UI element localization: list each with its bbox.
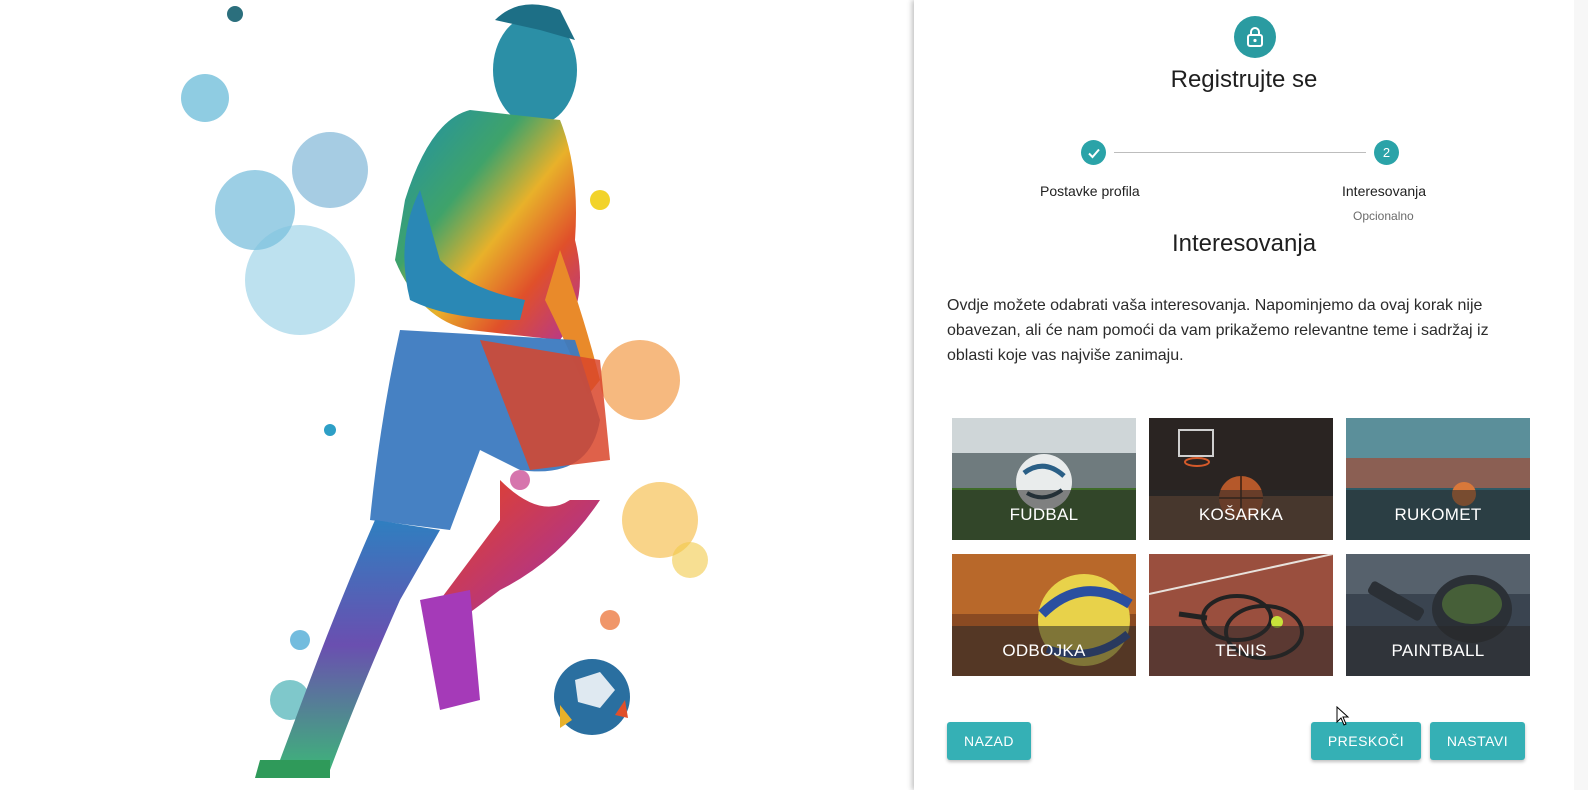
tile-label: TENIS xyxy=(1215,641,1267,660)
interest-tile-paintball[interactable]: PAINTBALL xyxy=(1346,554,1530,676)
stepper-connector xyxy=(1114,152,1366,153)
skip-button[interactable]: PRESKOČI xyxy=(1311,722,1421,760)
step-2-number: 2 xyxy=(1374,140,1399,165)
mouse-cursor-icon xyxy=(1336,706,1350,726)
interests-grid: FUDBAL KOŠARKA RUKOMET ODBOJKA TENIS PAI… xyxy=(952,418,1530,678)
tile-label: KOŠARKA xyxy=(1198,505,1284,524)
back-button[interactable]: NAZAD xyxy=(947,722,1031,760)
interest-tile-tenis[interactable]: TENIS xyxy=(1149,554,1333,676)
window-edge xyxy=(1574,0,1588,790)
hero-image xyxy=(0,0,914,790)
interest-tile-fudbal[interactable]: FUDBAL xyxy=(952,418,1136,540)
interest-tile-rukomet[interactable]: RUKOMET xyxy=(1346,418,1530,540)
tile-label: ODBOJKA xyxy=(1002,641,1086,660)
registration-panel: Registrujte se 2 Postavke profila Intere… xyxy=(914,0,1574,790)
step-2-sublabel: Opcionalno xyxy=(1353,209,1414,223)
interest-tile-kosarka[interactable]: KOŠARKA xyxy=(1149,418,1333,540)
step-1-completed xyxy=(1081,140,1106,165)
section-title: Interesovanja xyxy=(1171,230,1317,257)
description-text: Ovdje možete odabrati vaša interesovanja… xyxy=(947,297,1489,364)
step-1-label: Postavke profila xyxy=(1040,183,1140,199)
next-button[interactable]: NASTAVI xyxy=(1430,722,1525,760)
step-2-label: Interesovanja xyxy=(1342,183,1427,199)
tile-label: FUDBAL xyxy=(1009,505,1079,524)
check-icon xyxy=(1087,148,1100,158)
interest-tile-odbojka[interactable]: ODBOJKA xyxy=(952,554,1136,676)
lock-icon-badge xyxy=(1234,16,1276,58)
soccer-player-illustration xyxy=(181,4,708,778)
tile-label: PAINTBALL xyxy=(1391,641,1485,660)
page-title: Registrujte se xyxy=(1170,66,1318,93)
lock-icon xyxy=(1247,27,1263,47)
tile-label: RUKOMET xyxy=(1394,505,1482,524)
